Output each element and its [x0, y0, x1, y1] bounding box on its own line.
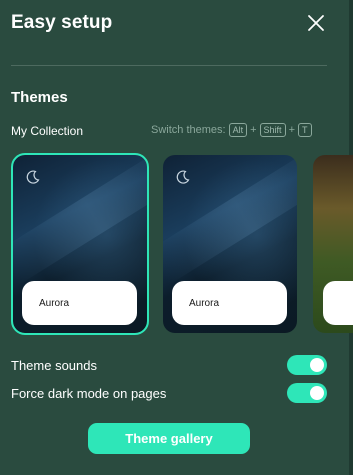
force-dark-mode-toggle[interactable]	[287, 383, 327, 403]
moon-icon	[175, 169, 191, 185]
toggle-knob	[310, 386, 324, 400]
theme-name: Aurora	[22, 281, 137, 325]
key-separator: +	[250, 124, 257, 136]
key-alt: Alt	[228, 123, 248, 137]
switch-themes-shortcut: Switch themes: Alt + Shift + T	[151, 123, 312, 137]
theme-card-partial[interactable]	[313, 155, 353, 333]
close-icon	[305, 12, 327, 34]
theme-card-aurora[interactable]: Aurora	[163, 155, 297, 333]
force-dark-mode-row: Force dark mode on pages	[11, 383, 327, 403]
divider	[11, 65, 327, 66]
panel-title: Easy setup	[11, 12, 113, 33]
moon-icon	[25, 169, 41, 185]
force-dark-mode-label: Force dark mode on pages	[11, 385, 167, 401]
theme-label-box	[323, 281, 353, 325]
collection-label: My Collection	[11, 124, 84, 138]
shortcut-label: Switch themes:	[151, 124, 226, 136]
theme-gallery-button[interactable]: Theme gallery	[88, 423, 250, 454]
toggle-knob	[310, 358, 324, 372]
themes-heading: Themes	[11, 89, 68, 106]
close-button[interactable]	[305, 12, 327, 34]
themes-carousel: Aurora Aurora	[11, 153, 353, 335]
theme-card-aurora-selected[interactable]: Aurora	[11, 153, 149, 335]
theme-sounds-row: Theme sounds	[11, 355, 327, 375]
key-separator: +	[288, 124, 295, 136]
easy-setup-panel: Easy setup Themes My Collection Switch t…	[0, 0, 353, 475]
theme-sounds-toggle[interactable]	[287, 355, 327, 375]
key-shift: Shift	[259, 123, 286, 137]
theme-sounds-label: Theme sounds	[11, 357, 97, 373]
theme-name: Aurora	[172, 281, 287, 325]
key-t: T	[298, 123, 312, 137]
